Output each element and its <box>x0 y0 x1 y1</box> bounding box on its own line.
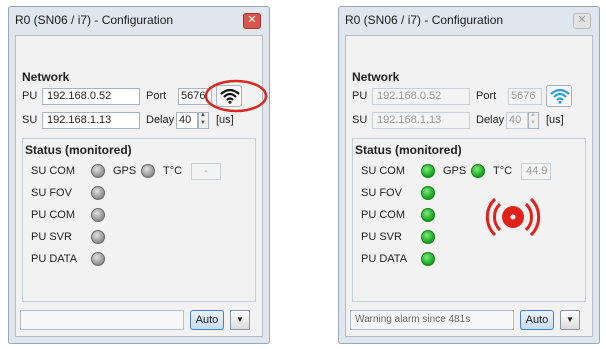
pu-data-led <box>91 252 105 266</box>
alarm-icon <box>485 197 541 237</box>
delay-spinner[interactable] <box>528 112 539 129</box>
status-heading: Status (monitored) <box>355 143 462 157</box>
window-title: R0 (SN06 / i7) - Configuration <box>15 13 174 27</box>
temp-label: T°C <box>493 165 513 177</box>
title-bar[interactable]: R0 (SN06 / i7) - Configuration ✕ <box>9 7 269 33</box>
pu-ip-field[interactable]: 192.168.0.52 <box>42 88 140 105</box>
delay-label: Delay <box>476 114 505 126</box>
pu-com-led <box>421 208 435 222</box>
delay-unit: [us] <box>546 114 564 126</box>
su-com-led <box>421 164 435 178</box>
delay-spinner[interactable] <box>198 112 209 129</box>
su-com-label: SU COM <box>361 165 405 177</box>
status-heading: Status (monitored) <box>25 143 132 157</box>
pu-com-label: PU COM <box>361 209 405 221</box>
su-ip-field[interactable]: 192.168.1.13 <box>42 112 140 129</box>
pu-data-label: PU DATA <box>361 253 408 265</box>
delay-unit: [us] <box>216 114 234 126</box>
su-ip-field[interactable]: 192.168.1.13 <box>372 112 470 129</box>
delay-label: Delay <box>146 114 175 126</box>
highlight-ellipse <box>204 79 268 113</box>
su-com-label: SU COM <box>31 165 75 177</box>
status-group: Status (monitored) SU COM GPS T°C 44.9 S… <box>352 138 586 302</box>
gps-led <box>471 164 485 178</box>
pu-data-label: PU DATA <box>31 253 78 265</box>
su-label: SU <box>22 114 38 126</box>
pu-label: PU <box>22 90 38 102</box>
su-com-led <box>91 164 105 178</box>
pu-data-led <box>421 252 435 266</box>
close-button[interactable]: ✕ <box>243 13 261 29</box>
gps-led <box>141 164 155 178</box>
pu-com-label: PU COM <box>31 209 75 221</box>
port-label: Port <box>476 90 497 102</box>
window-content: Network PU 192.168.0.52 Port 5676 SU 192… <box>15 35 268 337</box>
close-button[interactable]: ✕ <box>573 13 591 29</box>
status-group: Status (monitored) SU COM GPS T°C - SU F… <box>22 138 256 302</box>
window-title: R0 (SN06 / i7) - Configuration <box>345 13 504 27</box>
pu-ip-field[interactable]: 192.168.0.52 <box>372 88 470 105</box>
pu-label: PU <box>352 90 368 102</box>
su-fov-label: SU FOV <box>361 187 402 199</box>
temp-field: - <box>191 163 221 180</box>
pu-com-led <box>91 208 105 222</box>
su-fov-label: SU FOV <box>31 187 72 199</box>
pu-svr-led <box>421 230 435 244</box>
auto-button[interactable]: Auto <box>520 310 554 330</box>
gps-label: GPS <box>113 165 137 177</box>
port-label: Port <box>146 90 167 102</box>
delay-field[interactable]: 40 <box>176 112 198 129</box>
gps-label: GPS <box>443 165 467 177</box>
pu-svr-label: PU SVR <box>31 231 72 243</box>
su-label: SU <box>352 114 368 126</box>
temp-field: 44.9 <box>521 163 551 180</box>
status-bar <box>20 310 184 330</box>
config-window-right: R0 (SN06 / i7) - Configuration ✕ Network… <box>338 6 600 344</box>
dropdown-button[interactable]: ▼ <box>230 310 250 330</box>
network-heading: Network <box>22 70 70 84</box>
auto-button[interactable]: Auto <box>190 310 224 330</box>
config-window-left: R0 (SN06 / i7) - Configuration ✕ Network… <box>8 6 270 344</box>
delay-field[interactable]: 40 <box>506 112 528 129</box>
temp-label: T°C <box>163 165 183 177</box>
su-fov-led <box>421 186 435 200</box>
dropdown-button[interactable]: ▼ <box>560 310 580 330</box>
wifi-button[interactable] <box>546 85 572 107</box>
network-heading: Network <box>352 70 400 84</box>
window-content: Network PU 192.168.0.52 Port 5676 SU 192… <box>345 35 593 337</box>
port-field[interactable]: 5676 <box>508 88 542 105</box>
title-bar[interactable]: R0 (SN06 / i7) - Configuration ✕ <box>339 7 599 33</box>
pu-svr-led <box>91 230 105 244</box>
su-fov-led <box>91 186 105 200</box>
status-bar: Warning alarm since 481s <box>350 310 514 330</box>
pu-svr-label: PU SVR <box>361 231 402 243</box>
wifi-icon <box>550 88 570 104</box>
